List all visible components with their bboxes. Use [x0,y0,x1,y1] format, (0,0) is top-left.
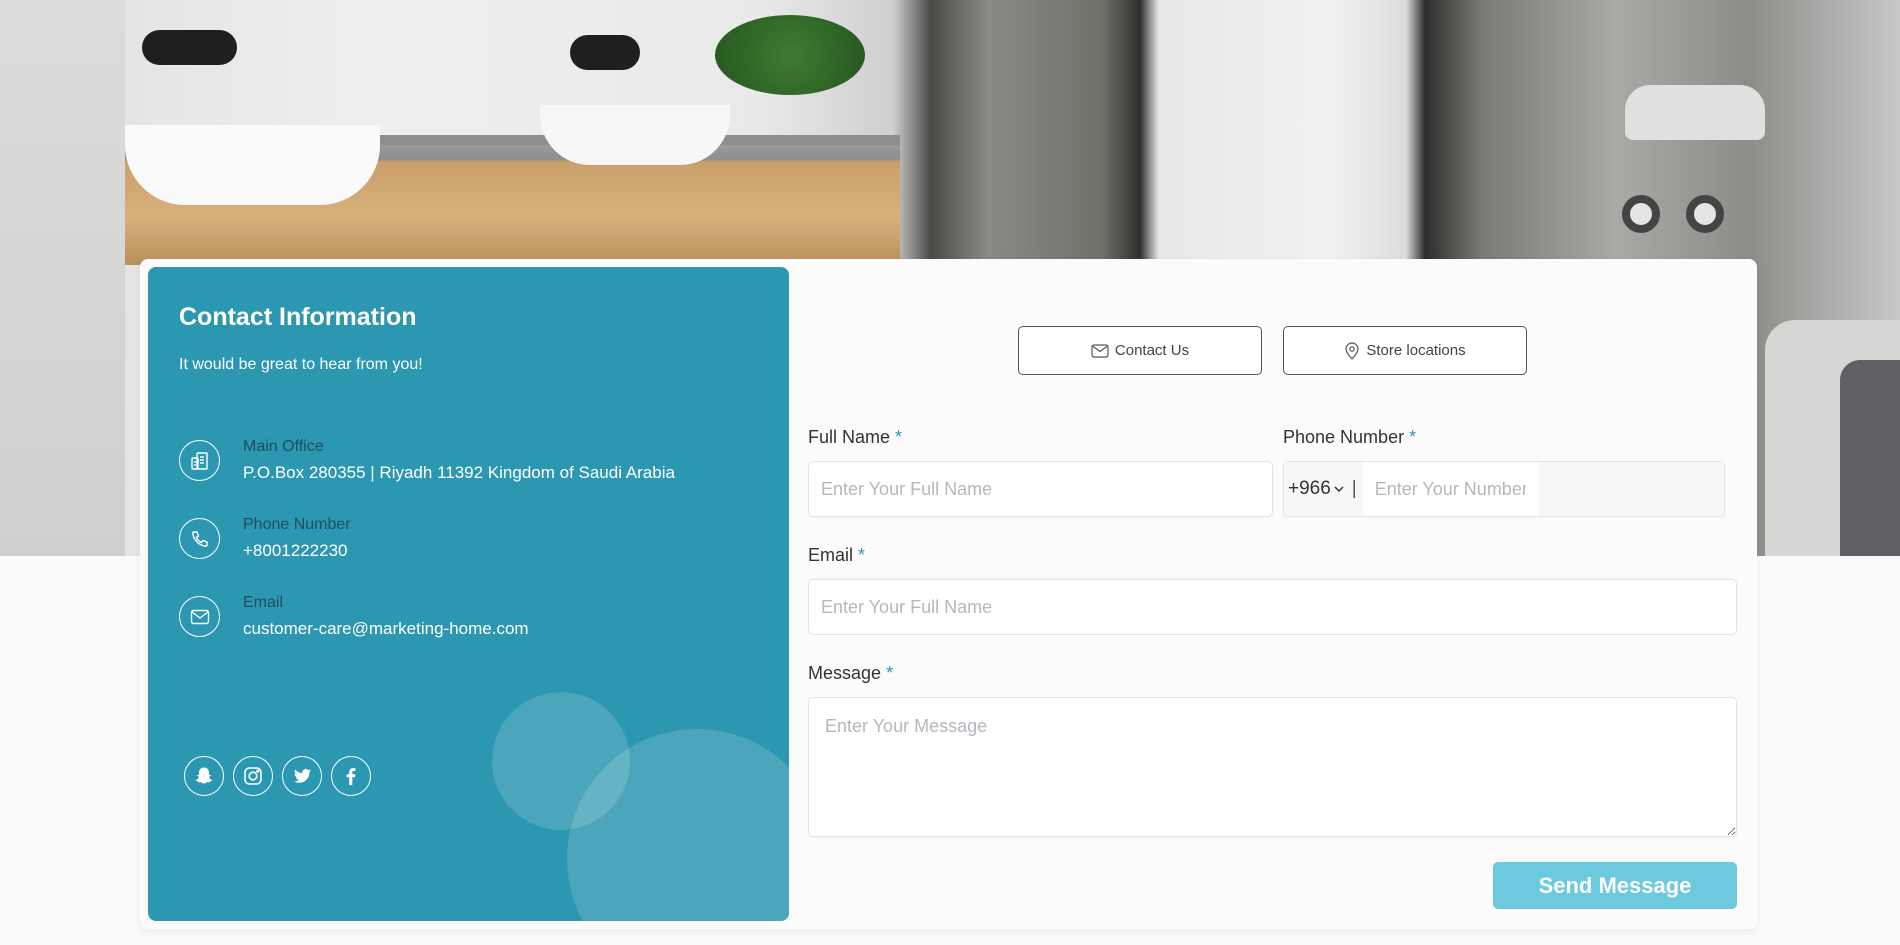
panel-subtitle: It would be great to hear from you! [179,356,423,373]
info-value: P.O.Box 280355 | Riyadh 11392 Kingdom of… [243,463,675,482]
phone-number-input[interactable] [1362,462,1538,516]
main-office-info: Main Office P.O.Box 280355 | Riyadh 1139… [179,437,675,485]
phone-number-label: Phone Number * [1283,427,1417,447]
message-textarea[interactable] [808,697,1737,837]
contact-information-panel: Contact Information It would be great to… [148,267,789,921]
phone-icon [179,518,220,559]
social-links [184,756,371,796]
chevron-down-icon [1334,486,1344,493]
email-info: Email customer-care@marketing-home.com [179,593,529,641]
message-label: Message * [808,663,894,683]
panel-title: Contact Information [179,303,417,331]
snapchat-icon[interactable] [184,756,224,796]
send-message-button[interactable]: Send Message [1493,862,1737,909]
full-name-label: Full Name * [808,427,903,447]
office-icon [179,440,220,481]
email-input[interactable] [808,579,1737,635]
facebook-icon[interactable] [331,756,371,796]
info-value: customer-care@marketing-home.com [243,619,529,638]
instagram-icon[interactable] [233,756,273,796]
tab-contact-us[interactable]: Contact Us [1018,326,1262,375]
info-label: Phone Number [243,516,351,533]
mail-icon [1091,343,1109,358]
email-label: Email * [808,545,866,565]
info-value: +8001222230 [243,541,348,560]
phone-field: +966 | [1283,461,1725,517]
full-name-input[interactable] [808,461,1273,517]
country-code-select[interactable]: +966 | [1284,478,1363,500]
mail-icon [179,596,220,637]
location-pin-icon [1345,341,1359,360]
twitter-icon[interactable] [282,756,322,796]
info-label: Main Office [243,438,324,455]
phone-info: Phone Number +8001222230 [179,515,351,563]
tab-label: Contact Us [1114,342,1190,359]
info-label: Email [243,594,284,611]
tab-label: Store locations [1366,342,1466,359]
tab-store-locations[interactable]: Store locations [1283,326,1527,375]
